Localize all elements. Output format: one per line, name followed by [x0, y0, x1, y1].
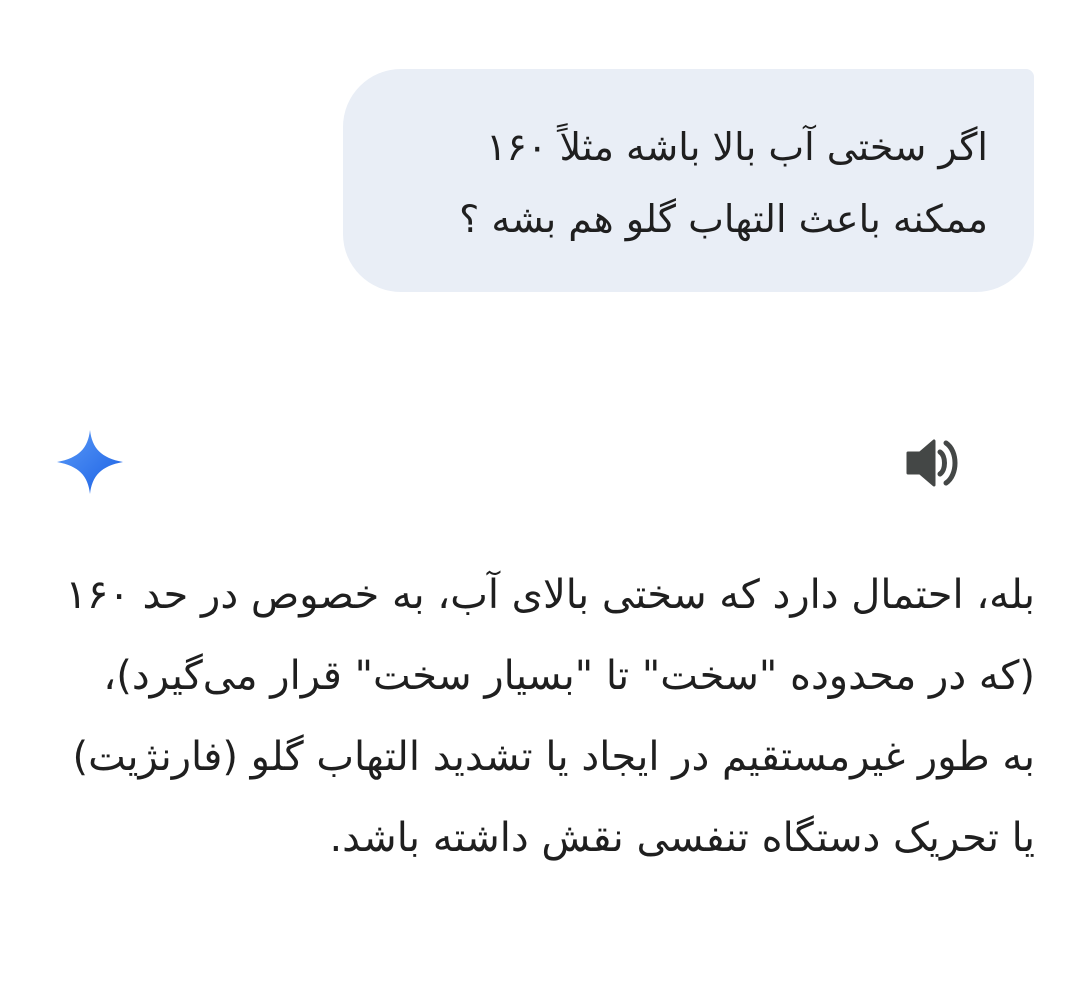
speaker-icon	[900, 439, 966, 497]
user-message-bubble: اگر سختی آب بالا باشه مثلاً ۱۶۰ ممکنه با…	[343, 69, 1034, 292]
assistant-response-text: بله، احتمال دارد که سختی بالای آب، به خص…	[65, 572, 1035, 861]
user-message-text: اگر سختی آب بالا باشه مثلاً ۱۶۰ ممکنه با…	[459, 125, 988, 241]
read-aloud-button[interactable]	[900, 433, 966, 493]
gemini-sparkle-icon	[57, 430, 123, 494]
